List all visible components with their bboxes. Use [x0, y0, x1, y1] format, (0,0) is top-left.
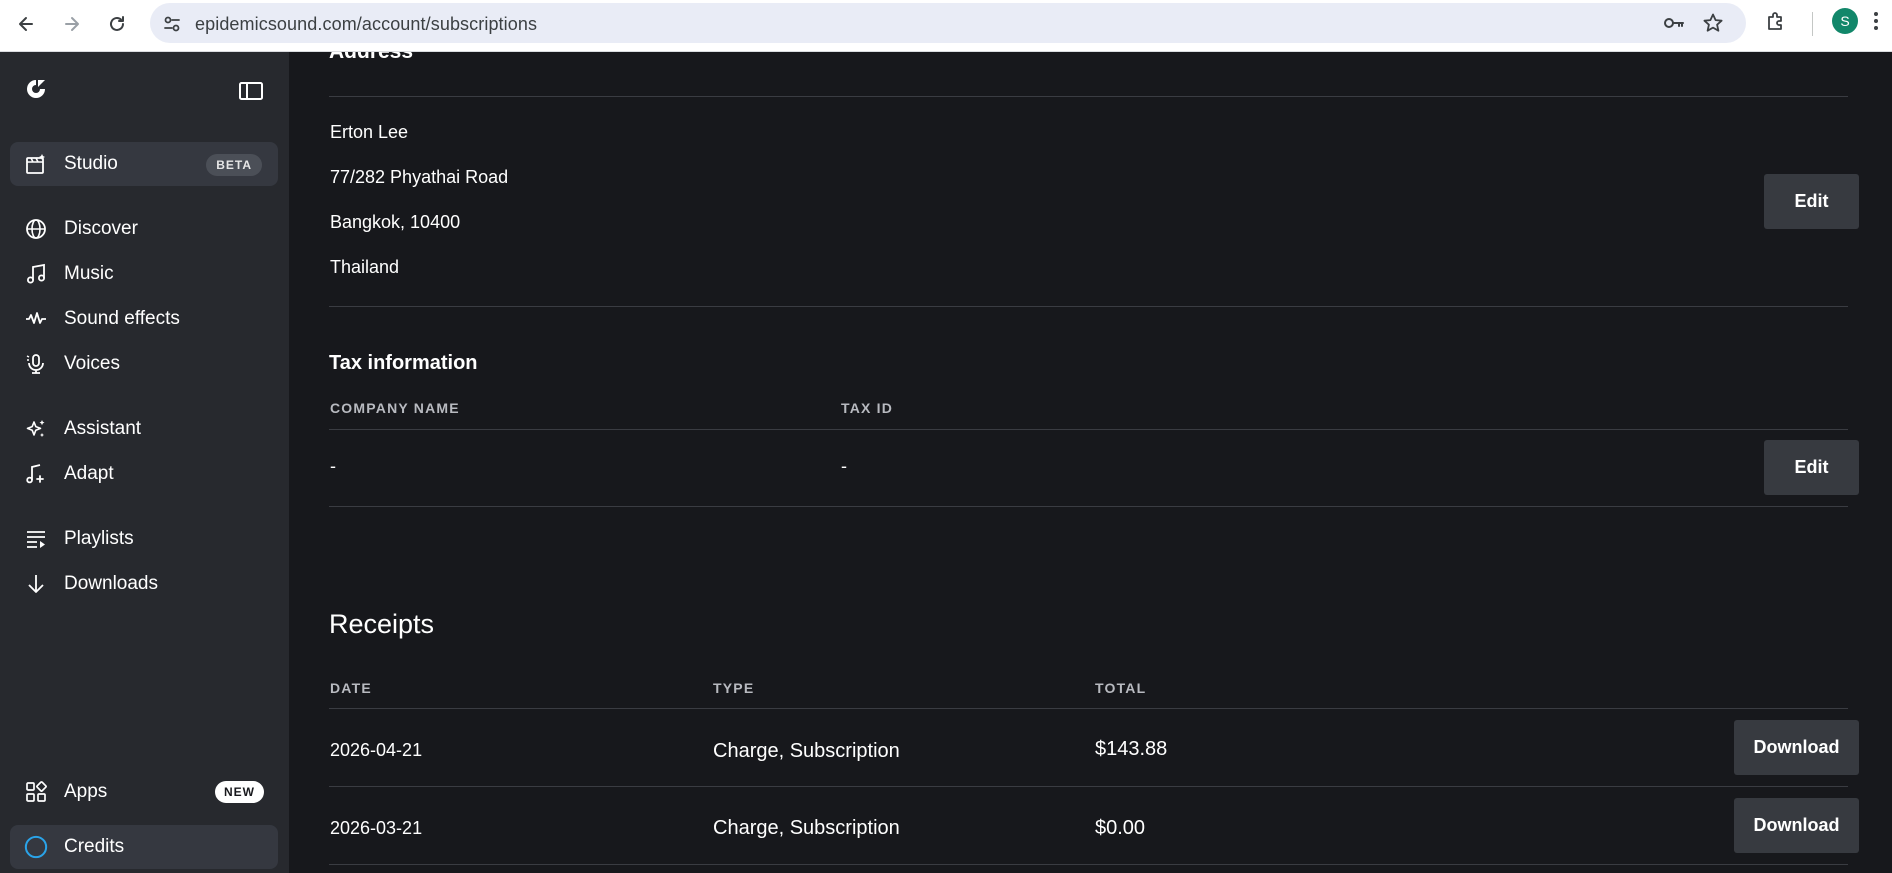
receipts-heading: Receipts: [329, 609, 435, 639]
column-header-total: TOTAL: [1095, 680, 1147, 696]
company-name-value: -: [330, 456, 336, 476]
divider: [329, 96, 1848, 97]
kebab-menu-icon[interactable]: [1872, 9, 1880, 38]
divider: [329, 429, 1848, 430]
divider: [329, 786, 1848, 787]
bookmark-star-icon[interactable]: [1702, 12, 1724, 39]
tax-id-value: -: [841, 456, 847, 476]
profile-avatar[interactable]: S: [1832, 8, 1858, 34]
sidebar-item-label: Adapt: [64, 463, 114, 484]
receipt-total: $143.88: [1095, 738, 1168, 760]
main-content: Address Erton Lee 77/282 Phyathai Road B…: [289, 52, 1892, 873]
tax-information-heading: Tax information: [329, 352, 478, 374]
music-note-icon: [24, 262, 48, 286]
circle-icon: [24, 835, 48, 859]
sidebar-item-label: Discover: [64, 218, 138, 239]
receipt-type: Charge, Subscription: [713, 817, 900, 839]
site-settings-icon[interactable]: [162, 14, 182, 39]
column-header-company-name: COMPANY NAME: [330, 400, 460, 416]
browser-toolbar: epidemicsound.com/account/subscriptions …: [0, 0, 1892, 52]
sidebar-item-playlists[interactable]: Playlists: [10, 517, 278, 561]
reload-icon[interactable]: [103, 10, 131, 38]
divider: [329, 306, 1848, 307]
receipt-date: 2026-03-21: [330, 818, 423, 838]
apps-grid-icon: [24, 780, 48, 804]
divider: [329, 506, 1848, 507]
new-badge: NEW: [215, 781, 264, 803]
adapt-icon: [24, 462, 48, 486]
sidebar-item-label: Credits: [64, 836, 125, 857]
edit-tax-button[interactable]: Edit: [1764, 440, 1859, 495]
epidemic-logo-icon[interactable]: [24, 77, 48, 106]
back-arrow-icon[interactable]: [12, 10, 40, 38]
receipt-total: $0.00: [1095, 817, 1146, 839]
password-key-icon[interactable]: [1662, 12, 1686, 39]
sidebar-item-apps[interactable]: Apps NEW: [10, 770, 278, 814]
address-heading: Address: [329, 52, 413, 64]
page-scrollbar[interactable]: [1884, 52, 1892, 873]
sidebar-item-label: Assistant: [64, 418, 142, 439]
beta-badge: BETA: [206, 154, 262, 176]
sidebar-item-assistant[interactable]: Assistant: [10, 407, 278, 451]
forward-arrow-icon[interactable]: [58, 10, 86, 38]
collapse-sidebar-icon[interactable]: [238, 80, 264, 107]
address-line: Bangkok, 10400: [330, 212, 461, 232]
column-header-date: DATE: [330, 680, 372, 696]
sidebar-item-sound-effects[interactable]: Sound effects: [10, 297, 278, 341]
address-line: Erton Lee: [330, 122, 409, 142]
edit-address-button[interactable]: Edit: [1764, 174, 1859, 229]
studio-icon: [24, 152, 48, 176]
sidebar-item-label: Playlists: [64, 528, 134, 549]
sidebar-item-discover[interactable]: Discover: [10, 207, 278, 251]
sidebar-item-credits[interactable]: Credits: [10, 825, 278, 869]
globe-icon: [24, 217, 48, 241]
download-arrow-icon: [24, 572, 48, 596]
sidebar-item-label: Apps: [64, 781, 108, 802]
column-header-tax-id: TAX ID: [841, 400, 894, 416]
address-bar[interactable]: epidemicsound.com/account/subscriptions: [150, 3, 1746, 43]
address-line: 77/282 Phyathai Road: [330, 167, 509, 187]
sidebar-item-adapt[interactable]: Adapt: [10, 452, 278, 496]
column-header-type: TYPE: [713, 680, 755, 696]
sidebar-item-music[interactable]: Music: [10, 252, 278, 296]
sidebar-item-label: Studio: [64, 153, 118, 174]
url-text[interactable]: epidemicsound.com/account/subscriptions: [195, 14, 537, 35]
divider: [329, 864, 1848, 865]
sparkle-icon: [24, 417, 48, 441]
waveform-icon: [24, 307, 48, 331]
address-line: Thailand: [330, 257, 400, 277]
receipt-type: Charge, Subscription: [713, 740, 900, 762]
divider: [329, 708, 1848, 709]
extensions-puzzle-icon[interactable]: [1764, 9, 1788, 38]
microphone-icon: [24, 352, 48, 376]
sidebar-item-label: Music: [64, 263, 114, 284]
playlist-icon: [24, 527, 48, 551]
toolbar-divider: [1812, 12, 1813, 36]
sidebar-item-downloads[interactable]: Downloads: [10, 562, 278, 606]
sidebar-item-label: Downloads: [64, 573, 158, 594]
download-receipt-button[interactable]: Download: [1734, 720, 1859, 775]
sidebar: Studio BETA Discover Music Sound effects…: [0, 52, 289, 873]
sidebar-item-voices[interactable]: Voices: [10, 342, 278, 386]
sidebar-item-label: Voices: [64, 353, 120, 374]
download-receipt-button[interactable]: Download: [1734, 798, 1859, 853]
receipt-date: 2026-04-21: [330, 740, 423, 760]
sidebar-item-label: Sound effects: [64, 308, 180, 329]
sidebar-item-studio[interactable]: Studio BETA: [10, 142, 278, 186]
